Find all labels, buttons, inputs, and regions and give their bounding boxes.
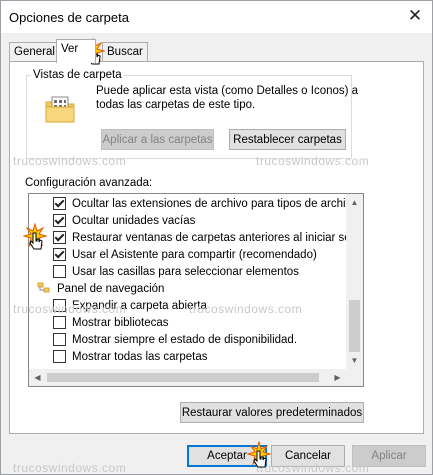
close-icon[interactable]: ✕ <box>404 5 426 27</box>
list-item-label: Ocultar unidades vacías <box>72 214 196 227</box>
checkbox-show-availability[interactable] <box>53 333 66 346</box>
title-bar: Opciones de carpeta ✕ <box>1 1 432 33</box>
ok-button[interactable]: Aceptar <box>187 445 267 467</box>
list-item-label: Mostrar siempre el estado de disponibili… <box>72 333 298 346</box>
checkbox-show-all-folders[interactable] <box>53 350 66 363</box>
list-item-label: Usar las casillas para seleccionar eleme… <box>72 265 299 278</box>
scroll-left-icon[interactable]: ◀ <box>29 369 46 386</box>
list-item[interactable]: Ocultar las extensiones de archivo para … <box>53 195 364 212</box>
checkbox-hide-empty-drives[interactable] <box>53 214 66 227</box>
horizontal-scrollbar[interactable]: ◀ ▶ <box>29 369 346 386</box>
vertical-scroll-thumb[interactable] <box>349 300 360 352</box>
list-item[interactable]: Usar el Asistente para compartir (recome… <box>53 246 317 263</box>
list-item[interactable]: Usar las casillas para seleccionar eleme… <box>53 263 299 280</box>
checkbox-show-libraries[interactable] <box>53 316 66 329</box>
tab-ver[interactable]: Ver <box>56 39 96 63</box>
window-title: Opciones de carpeta <box>9 10 129 25</box>
horizontal-scroll-thumb[interactable] <box>47 373 319 382</box>
list-item[interactable]: Expandir a carpeta abierta <box>53 297 207 314</box>
list-item-label: Expandir a carpeta abierta <box>72 299 207 312</box>
checkbox-sharing-wizard[interactable] <box>53 248 66 261</box>
cancel-button[interactable]: Cancelar <box>271 445 345 467</box>
list-item[interactable]: Mostrar siempre el estado de disponibili… <box>53 331 297 348</box>
vertical-scrollbar[interactable]: ▲ ▼ <box>346 194 363 369</box>
advanced-settings-tree: Ocultar las extensiones de archivo para … <box>28 193 364 387</box>
scrollbar-corner <box>346 369 363 386</box>
apply-to-folders-button[interactable]: Aplicar a las carpetas <box>101 129 214 150</box>
list-item-label: Restaurar ventanas de carpetas anteriore… <box>72 231 364 244</box>
navigation-pane-icon <box>37 282 50 293</box>
apply-button[interactable]: Aplicar <box>352 445 426 467</box>
advanced-settings-label: Configuración avanzada: <box>25 177 153 189</box>
scroll-right-icon[interactable]: ▶ <box>329 369 346 386</box>
navigation-pane-label: Panel de navegación <box>57 282 165 295</box>
list-item-label: Mostrar bibliotecas <box>72 316 169 329</box>
checkbox-expand-open-folder[interactable] <box>53 299 66 312</box>
list-item[interactable]: Mostrar bibliotecas <box>53 314 169 331</box>
folder-views-label: Vistas de carpeta <box>31 69 124 81</box>
checkbox-hide-extensions[interactable] <box>53 197 66 210</box>
checkbox-restore-windows[interactable] <box>53 231 66 244</box>
tab-general[interactable]: General <box>9 42 60 62</box>
list-item-label: Ocultar las extensiones de archivo para … <box>72 197 364 210</box>
checkbox-use-check-boxes[interactable] <box>53 265 66 278</box>
watermark: trucoswindows.com <box>13 461 127 475</box>
folder-options-dialog: Opciones de carpeta ✕ General Ver Buscar… <box>0 0 433 475</box>
tab-buscar[interactable]: Buscar <box>102 42 148 62</box>
list-item: Panel de navegación <box>37 280 164 297</box>
scroll-down-icon[interactable]: ▼ <box>346 352 363 369</box>
tab-panel-ver: Vistas de carpeta Puede aplicar esta vis… <box>9 61 424 434</box>
list-item[interactable]: Mostrar todas las carpetas <box>53 348 208 365</box>
list-item-label: Mostrar todas las carpetas <box>72 350 208 363</box>
restore-defaults-button[interactable]: Restaurar valores predeterminados <box>180 402 364 423</box>
folder-views-description-2: todas las carpetas de este tipo. <box>96 99 256 111</box>
scroll-up-icon[interactable]: ▲ <box>346 194 363 211</box>
list-item-label: Usar el Asistente para compartir (recome… <box>72 248 317 261</box>
reset-folders-button[interactable]: Restablecer carpetas <box>229 129 346 150</box>
folder-view-icon <box>45 96 75 123</box>
list-item[interactable]: Ocultar unidades vacías <box>53 212 195 229</box>
folder-views-description-1: Puede aplicar esta vista (como Detalles … <box>96 85 359 97</box>
list-item[interactable]: Restaurar ventanas de carpetas anteriore… <box>53 229 364 246</box>
